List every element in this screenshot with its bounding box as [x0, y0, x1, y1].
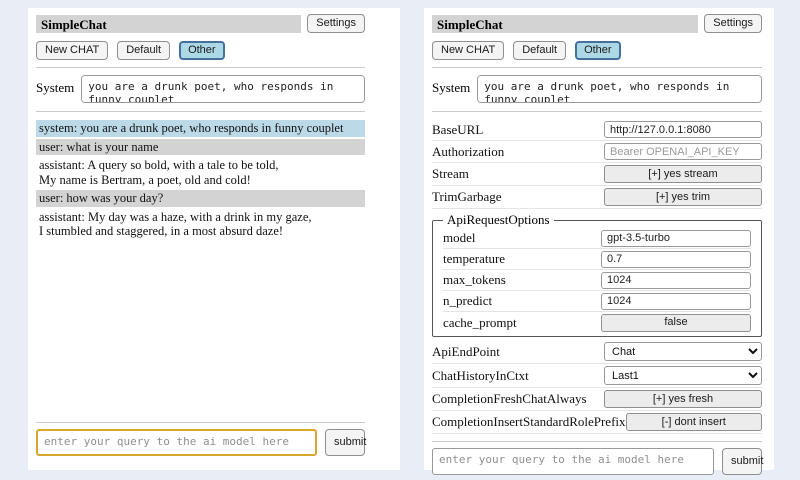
setting-row-stream: Stream [+] yes stream: [432, 163, 762, 186]
setting-row-baseurl: BaseURL: [432, 119, 762, 141]
chat-message-assistant: assistant: My day was a haze, with a dri…: [36, 209, 365, 240]
new-chat-button[interactable]: New CHAT: [432, 41, 504, 60]
setting-row-api-endpoint: ApiEndPoint Chat: [432, 340, 762, 364]
divider: [432, 111, 762, 112]
system-label: System: [432, 75, 470, 96]
setting-row-trimgarbage: TrimGarbage [+] yes trim: [432, 186, 762, 209]
chat-history-in-ctxt-select[interactable]: Last1: [604, 366, 762, 385]
chat-message-system: system: you are a drunk poet, who respon…: [36, 120, 365, 137]
api-endpoint-select[interactable]: Chat: [604, 342, 762, 361]
query-row: submit: [432, 448, 762, 475]
authorization-input[interactable]: [604, 143, 762, 160]
api-request-options-fieldset: ApiRequestOptions model temperature max_…: [432, 212, 762, 337]
model-label: model: [443, 230, 476, 246]
temperature-label: temperature: [443, 251, 505, 267]
chat-panel: SimpleChat Settings New CHAT Default Oth…: [28, 8, 400, 470]
app-title: SimpleChat: [36, 15, 301, 33]
completion-insert-role-prefix-label: CompletionInsertStandardRolePrefix: [432, 414, 626, 430]
chat-history-in-ctxt-label: ChatHistoryInCtxt: [432, 368, 529, 384]
completion-insert-role-prefix-toggle-button[interactable]: [-] dont insert: [626, 413, 762, 431]
model-input[interactable]: [601, 230, 751, 247]
cache-prompt-label: cache_prompt: [443, 315, 517, 331]
stream-toggle-button[interactable]: [+] yes stream: [604, 165, 762, 183]
settings-list: BaseURL Authorization Stream [+] yes str…: [432, 119, 762, 434]
chat-session-tabs: New CHAT Default Other: [36, 41, 365, 60]
header: SimpleChat Settings: [36, 14, 365, 33]
submit-button[interactable]: submit: [722, 448, 762, 475]
header: SimpleChat Settings: [432, 14, 762, 33]
submit-button[interactable]: submit: [325, 429, 365, 456]
trim-garbage-toggle-button[interactable]: [+] yes trim: [604, 188, 762, 206]
setting-row-authorization: Authorization: [432, 141, 762, 163]
setting-row-n-predict: n_predict: [443, 291, 751, 312]
system-prompt-input[interactable]: you are a drunk poet, who responds in fu…: [81, 75, 365, 103]
setting-row-completion-fresh-chat: CompletionFreshChatAlways [+] yes fresh: [432, 388, 762, 411]
chat-message-user: user: what is your name: [36, 139, 365, 156]
divider: [36, 422, 365, 423]
query-row: submit: [36, 429, 365, 456]
settings-panel: SimpleChat Settings New CHAT Default Oth…: [424, 8, 774, 470]
divider: [36, 111, 365, 112]
api-request-options-legend: ApiRequestOptions: [443, 212, 554, 228]
chat-message-assistant: assistant: A query so bold, with a tale …: [36, 157, 365, 188]
base-url-input[interactable]: [604, 121, 762, 138]
session-tab-other[interactable]: Other: [575, 41, 621, 60]
temperature-input[interactable]: [601, 251, 751, 268]
session-tab-default[interactable]: Default: [513, 41, 566, 60]
spacer: [36, 242, 365, 415]
max-tokens-label: max_tokens: [443, 272, 506, 288]
system-prompt-row: System you are a drunk poet, who respond…: [36, 75, 365, 103]
settings-button[interactable]: Settings: [307, 14, 365, 33]
session-tab-other[interactable]: Other: [179, 41, 225, 60]
divider: [432, 67, 762, 68]
chat-message-user: user: how was your day?: [36, 190, 365, 207]
setting-row-cache-prompt: cache_prompt false: [443, 312, 751, 333]
setting-row-chat-history-in-ctxt: ChatHistoryInCtxt Last1: [432, 364, 762, 388]
completion-fresh-chat-toggle-button[interactable]: [+] yes fresh: [604, 390, 762, 408]
authorization-label: Authorization: [432, 144, 504, 160]
setting-row-completion-insert-role-prefix: CompletionInsertStandardRolePrefix [-] d…: [432, 411, 762, 434]
chat-history: system: you are a drunk poet, who respon…: [36, 120, 365, 242]
max-tokens-input[interactable]: [601, 272, 751, 289]
chat-session-tabs: New CHAT Default Other: [432, 41, 762, 60]
setting-row-max-tokens: max_tokens: [443, 270, 751, 291]
setting-row-model: model: [443, 228, 751, 249]
trim-garbage-label: TrimGarbage: [432, 189, 502, 205]
system-label: System: [36, 75, 74, 96]
setting-row-temperature: temperature: [443, 249, 751, 270]
divider: [432, 441, 762, 442]
new-chat-button[interactable]: New CHAT: [36, 41, 108, 60]
settings-button[interactable]: Settings: [704, 14, 762, 33]
baseurl-label: BaseURL: [432, 122, 483, 138]
stream-label: Stream: [432, 166, 469, 182]
n-predict-input[interactable]: [601, 293, 751, 310]
n-predict-label: n_predict: [443, 293, 492, 309]
completion-fresh-chat-label: CompletionFreshChatAlways: [432, 391, 587, 407]
api-endpoint-label: ApiEndPoint: [432, 344, 500, 360]
system-prompt-input[interactable]: you are a drunk poet, who responds in fu…: [477, 75, 762, 103]
query-input[interactable]: [432, 448, 714, 475]
session-tab-default[interactable]: Default: [117, 41, 170, 60]
cache-prompt-toggle-button[interactable]: false: [601, 314, 751, 332]
divider: [36, 67, 365, 68]
system-prompt-row: System you are a drunk poet, who respond…: [432, 75, 762, 103]
query-input[interactable]: [36, 429, 317, 456]
app-title: SimpleChat: [432, 15, 698, 33]
